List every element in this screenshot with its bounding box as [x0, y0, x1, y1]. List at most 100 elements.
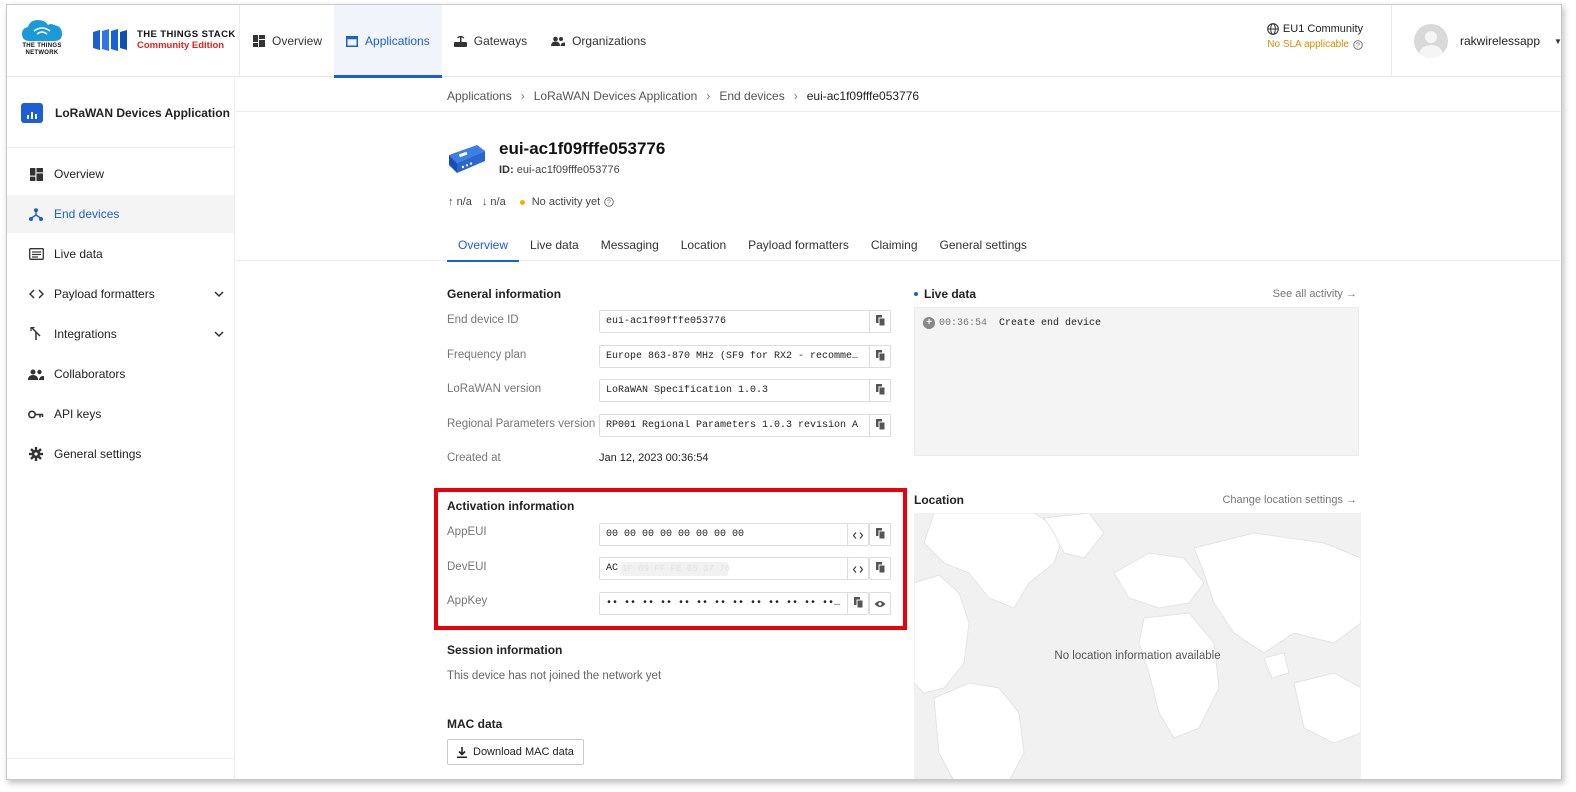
tab-live-data[interactable]: Live data	[519, 229, 590, 261]
tab-location[interactable]: Location	[670, 229, 737, 261]
sidebar: LoRaWAN Devices Application Overview End…	[7, 78, 235, 779]
mac-data-title: MAC data	[447, 717, 503, 731]
live-data-title-text: Live data	[924, 287, 977, 301]
see-all-activity-link[interactable]: See all activity →	[1273, 288, 1357, 300]
copy-button[interactable]	[869, 310, 891, 333]
frequency-plan-value: Europe 863-870 MHz (SF9 for RX2 - recomm…	[606, 351, 864, 362]
frequency-plan-label: Frequency plan	[447, 349, 527, 361]
sidebar-item-label: End devices	[54, 207, 120, 221]
sidebar-item-label: Overview	[54, 167, 105, 181]
integrations-icon	[27, 327, 45, 341]
lorawan-version-field[interactable]: LoRaWAN Specification 1.0.3	[599, 379, 871, 402]
tab-general-settings[interactable]: General settings	[929, 229, 1038, 261]
breadcrumb-current: eui-ac1f09fffe053776	[806, 89, 920, 103]
location-title: Location	[914, 493, 964, 507]
user-name: rakwirelessapp	[1460, 34, 1541, 48]
activity-status: No activity yet	[531, 196, 601, 208]
downlink-count: ↓ n/a	[482, 196, 506, 208]
live-data-icon	[27, 248, 45, 260]
ttn-logo[interactable]: THE THINGS NETWORK	[17, 17, 67, 65]
copy-button[interactable]	[869, 414, 891, 437]
download-mac-label: Download MAC data	[473, 746, 574, 758]
key-icon	[27, 410, 45, 419]
nav-applications[interactable]: Applications	[334, 5, 442, 78]
created-at-label: Created at	[447, 452, 501, 464]
tab-claiming[interactable]: Claiming	[860, 229, 929, 261]
device-id-value: eui-ac1f09fffe053776	[516, 164, 620, 176]
general-info-title: General information	[447, 287, 562, 301]
created-at-value: Jan 12, 2023 00:36:54	[599, 452, 709, 464]
sidebar-divider	[7, 758, 234, 759]
tab-payload-formatters[interactable]: Payload formatters	[737, 229, 860, 261]
sidebar-item-label: Payload formatters	[54, 287, 155, 301]
event-time: 00:36:54	[939, 317, 988, 329]
sidebar-item-live-data[interactable]: Live data	[7, 235, 234, 273]
things-stack-logo[interactable]: THE THINGS STACK Community Edition	[93, 25, 236, 55]
breadcrumb: Applications › LoRaWAN Devices Applicati…	[447, 89, 919, 103]
arrow-up-icon: ↑	[448, 196, 454, 208]
chevron-right-icon: ›	[793, 89, 798, 103]
sidebar-item-end-devices[interactable]: End devices	[7, 195, 234, 233]
nav-organizations-label: Organizations	[572, 34, 647, 48]
download-mac-button[interactable]: Download MAC data	[447, 739, 584, 765]
sidebar-item-integrations[interactable]: Integrations	[7, 315, 234, 353]
download-icon	[457, 746, 467, 758]
breadcrumb-end-devices[interactable]: End devices	[719, 89, 784, 103]
nav-overview[interactable]: Overview	[241, 5, 334, 77]
copy-button[interactable]	[869, 345, 891, 368]
main-nav: Overview Applications Gateways Organizat…	[241, 5, 658, 78]
list-item[interactable]: + 00:36:54 Create end device	[923, 317, 1101, 329]
tab-messaging[interactable]: Messaging	[590, 229, 670, 261]
device-activity: ↑ n/a ↓ n/a No activity yet ?	[448, 196, 614, 208]
sidebar-menu: Overview End devices Live data Payload f…	[7, 155, 234, 473]
sidebar-item-api-keys[interactable]: API keys	[7, 395, 234, 433]
downlink-value: n/a	[490, 196, 506, 208]
ttn-logo-line2: NETWORK	[25, 50, 59, 56]
sidebar-item-label: Integrations	[54, 327, 117, 341]
device-id-label: ID:	[499, 164, 514, 176]
chevron-down-icon[interactable]	[214, 327, 224, 341]
nav-gateways[interactable]: Gateways	[442, 5, 539, 77]
uplink-value: n/a	[456, 196, 472, 208]
application-icon	[346, 35, 359, 47]
lorawan-version-label: LoRaWAN version	[447, 383, 542, 395]
tab-overview[interactable]: Overview	[447, 229, 520, 262]
plus-circle-icon: +	[923, 317, 935, 329]
sidebar-item-payload-formatters[interactable]: Payload formatters	[7, 275, 234, 313]
gateway-icon	[453, 35, 467, 47]
help-icon[interactable]: ?	[604, 197, 614, 207]
sidebar-item-label: Collaborators	[54, 367, 126, 381]
copy-icon	[875, 314, 885, 329]
sidebar-item-label: API keys	[54, 407, 102, 421]
nav-gateways-label: Gateways	[473, 34, 528, 48]
stack-logo-title: THE THINGS STACK	[137, 29, 236, 40]
sidebar-app-header: LoRaWAN Devices Application	[7, 78, 234, 148]
location-map[interactable]: No location information available	[914, 513, 1361, 779]
dashboard-icon	[27, 167, 45, 181]
organizations-icon	[551, 36, 566, 46]
regional-params-field[interactable]: RP001 Regional Parameters 1.0.3 revision…	[599, 414, 871, 437]
cluster-selector[interactable]: EU1 Community No SLA applicable ?	[1267, 23, 1363, 50]
nav-organizations[interactable]: Organizations	[539, 5, 658, 77]
chevron-down-icon[interactable]	[214, 287, 224, 301]
session-info-title: Session information	[447, 643, 563, 657]
breadcrumb-applications[interactable]: Applications	[447, 89, 512, 103]
nav-overview-label: Overview	[272, 34, 323, 48]
sidebar-item-collaborators[interactable]: Collaborators	[7, 355, 234, 393]
event-text: Create end device	[999, 317, 1102, 329]
help-icon[interactable]: ?	[1353, 39, 1363, 50]
sidebar-item-general-settings[interactable]: General settings	[7, 435, 234, 473]
user-menu[interactable]: rakwirelessapp ▼	[1391, 5, 1562, 77]
copy-button[interactable]	[869, 379, 891, 402]
application-icon	[21, 102, 43, 123]
breadcrumb-application[interactable]: LoRaWAN Devices Application	[534, 89, 698, 103]
frequency-plan-field[interactable]: Europe 863-870 MHz (SF9 for RX2 - recomm…	[599, 345, 871, 368]
caret-down-icon: ▼	[1554, 36, 1562, 46]
change-location-link[interactable]: Change location settings →	[1222, 494, 1357, 506]
end-device-id-field[interactable]: eui-ac1f09fffe053776	[599, 310, 871, 333]
sidebar-item-overview[interactable]: Overview	[7, 155, 234, 193]
sla-text: No SLA applicable	[1267, 39, 1349, 50]
stack-logo-icon	[93, 29, 127, 51]
copy-icon	[875, 383, 885, 398]
activation-highlight	[434, 488, 907, 630]
